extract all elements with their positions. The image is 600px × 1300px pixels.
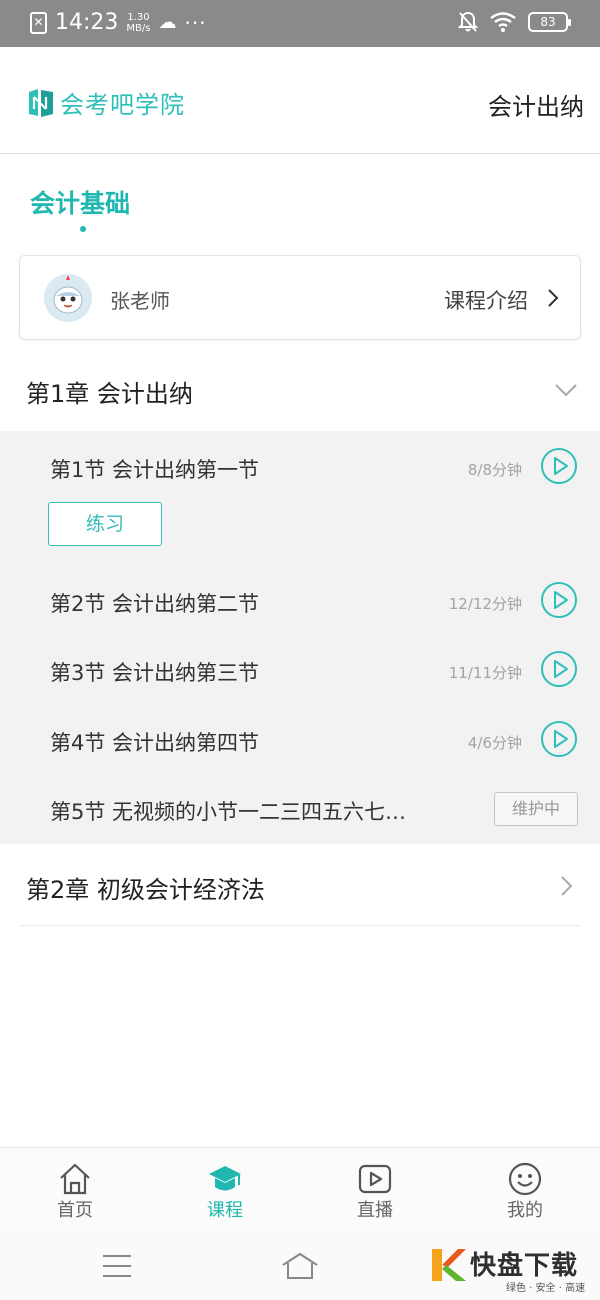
more-dots-icon: ··· [184,10,207,35]
teacher-avatar [44,274,92,322]
battery-icon: 83 [528,12,571,32]
watermark-tagline: 绿色 · 安全 · 高速 [506,1283,586,1294]
home-icon [60,1163,90,1195]
page-title[interactable]: 会计出纳 [488,87,584,122]
mascot-icon [44,274,92,322]
mute-bell-icon [458,11,478,32]
chevron-right-icon[interactable] [554,874,578,898]
course-intro-link[interactable]: 课程介绍 [444,285,528,315]
nav-label: 课程 [207,1200,243,1221]
live-play-icon [358,1164,392,1194]
cloud-icon: ☁ [158,12,177,33]
watermark-k-icon [432,1249,466,1281]
status-bar: ✕ 14:23 1.30 MB/s ☁ ··· 83 [0,0,600,47]
chapter-title: 第1章 会计出纳 [26,380,193,408]
bottom-nav: 首页 课程 直播 我的 [0,1147,600,1231]
nav-item-course[interactable]: 课程 [150,1148,300,1231]
logo-mark-icon [29,88,53,117]
smiley-icon [508,1162,542,1196]
lesson-duration: 4/6分钟 [467,734,522,752]
network-speed-unit: MB/s [126,22,151,34]
tab-active-indicator [80,226,86,232]
network-speed: 1.30 MB/s [126,12,150,34]
app-logo[interactable]: 会考吧学院 [26,85,185,120]
divider [20,925,580,926]
chapter-row[interactable]: 第2章 初级会计经济法 [0,846,600,926]
lesson-title: 第2节 会计出纳第二节 [50,592,260,616]
watermark-logo: 快盘下载 绿色 · 安全 · 高速 [428,1245,594,1294]
lesson-duration: 11/11分钟 [448,664,522,682]
play-icon[interactable] [540,581,578,619]
teacher-card[interactable]: 张老师 课程介绍 [19,255,581,340]
system-nav-bar: 快盘下载 绿色 · 安全 · 高速 [0,1231,600,1300]
lesson-item[interactable]: 第4节 会计出纳第四节 4/6分钟 [0,710,600,770]
nav-item-live[interactable]: 直播 [300,1148,450,1231]
sim-icon: ✕ [30,11,47,34]
teacher-name: 张老师 [110,289,170,313]
nav-item-mine[interactable]: 我的 [450,1148,600,1231]
lesson-title: 第4节 会计出纳第四节 [50,731,260,755]
status-time: 14:23 [55,10,119,35]
nav-label: 首页 [57,1200,93,1221]
lesson-duration: 8/8分钟 [467,461,522,479]
lesson-duration: 12/12分钟 [448,595,522,613]
play-icon[interactable] [540,720,578,758]
maintenance-badge: 维护中 [494,792,578,826]
lesson-title: 第3节 会计出纳第三节 [50,661,260,685]
wifi-icon [490,12,516,32]
chapter-row[interactable]: 第1章 会计出纳 [0,350,600,430]
nav-label: 我的 [507,1200,543,1221]
lesson-title: 第5节 无视频的小节一二三四五六七… [50,800,407,824]
nav-label: 直播 [357,1200,393,1221]
nav-item-home[interactable]: 首页 [0,1148,150,1231]
lesson-title: 第1节 会计出纳第一节 [50,458,260,482]
practice-button[interactable]: 练习 [48,502,162,546]
app-header: 会考吧学院 会计出纳 [0,47,600,154]
menu-icon[interactable] [102,1253,132,1279]
chevron-down-icon[interactable] [554,378,578,402]
logo-text: 会考吧学院 [60,91,185,119]
lesson-item[interactable]: 第1节 会计出纳第一节 8/8分钟 [0,437,600,497]
play-icon[interactable] [540,650,578,688]
tab-subject[interactable]: 会计基础 [30,184,130,220]
system-home-icon[interactable] [280,1251,320,1281]
lesson-item[interactable]: 第5节 无视频的小节一二三四五六七… 维护中 [0,779,600,839]
watermark-brand: 快盘下载 [470,1251,579,1281]
lesson-item[interactable]: 第2节 会计出纳第二节 12/12分钟 [0,571,600,631]
play-icon[interactable] [540,447,578,485]
lesson-item[interactable]: 第3节 会计出纳第三节 11/11分钟 [0,640,600,700]
network-speed-value: 1.30 [127,11,150,23]
chevron-right-icon[interactable] [542,287,564,309]
graduation-cap-icon [209,1166,241,1191]
chapter-title: 第2章 初级会计经济法 [26,876,265,904]
